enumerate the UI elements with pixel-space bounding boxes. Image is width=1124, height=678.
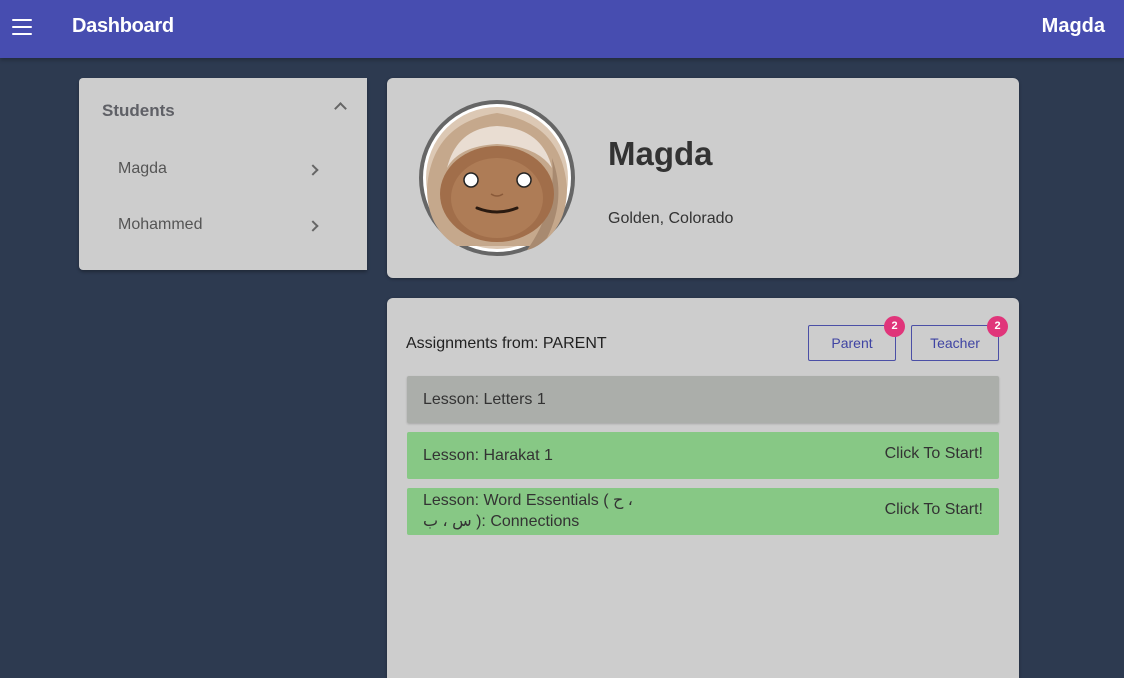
teacher-count-badge: 2 [987, 316, 1008, 337]
parent-count-badge: 2 [884, 316, 905, 337]
student-item-magda[interactable]: Magda [79, 142, 367, 198]
chevron-up-icon [334, 102, 347, 115]
lesson-item-harakat-1[interactable]: Lesson: Harakat 1 Click To Start! [407, 432, 999, 479]
chevron-right-icon [307, 164, 319, 176]
app-title: Dashboard [72, 15, 174, 37]
profile-card: Magda Golden, Colorado [387, 78, 1019, 278]
profile-name: Magda [608, 135, 713, 172]
assignments-label: Assignments from: PARENT [406, 335, 607, 352]
lesson-name: Lesson: Harakat 1 [423, 447, 553, 464]
teacher-filter-label: Teacher [930, 335, 980, 351]
teacher-filter-button[interactable]: Teacher 2 [911, 316, 1008, 361]
lesson-name: Lesson: Letters 1 [423, 391, 546, 408]
students-panel: Students Magda Mohammed [79, 78, 367, 270]
profile-location: Golden, Colorado [608, 210, 734, 227]
menu-icon[interactable] [12, 19, 32, 35]
chevron-right-icon [307, 220, 319, 232]
avatar [417, 98, 577, 258]
lesson-item-word-essentials[interactable]: Lesson: Word Essentials ( ح ، س ، ب ): C… [407, 488, 999, 535]
students-header[interactable]: Students [79, 78, 367, 142]
start-lesson-link[interactable]: Click To Start! [885, 501, 983, 519]
app-bar: Dashboard Magda [0, 0, 1124, 58]
parent-filter-button[interactable]: Parent 2 [808, 316, 905, 361]
lesson-name-line-2: س ، ب ): Connections [423, 513, 580, 530]
assignments-card: Assignments from: PARENT Parent 2 Teache… [387, 298, 1019, 678]
lesson-name-line-1: Lesson: Word Essentials ( ح ، [423, 492, 633, 509]
student-item-label: Mohammed [118, 216, 203, 233]
start-lesson-link[interactable]: Click To Start! [885, 445, 983, 463]
lesson-item-letters-1[interactable]: Lesson: Letters 1 [407, 376, 999, 423]
user-name[interactable]: Magda [1042, 15, 1105, 38]
students-title: Students [102, 101, 175, 120]
parent-filter-label: Parent [831, 335, 873, 351]
student-item-label: Magda [118, 160, 167, 177]
student-item-mohammed[interactable]: Mohammed [79, 198, 367, 254]
